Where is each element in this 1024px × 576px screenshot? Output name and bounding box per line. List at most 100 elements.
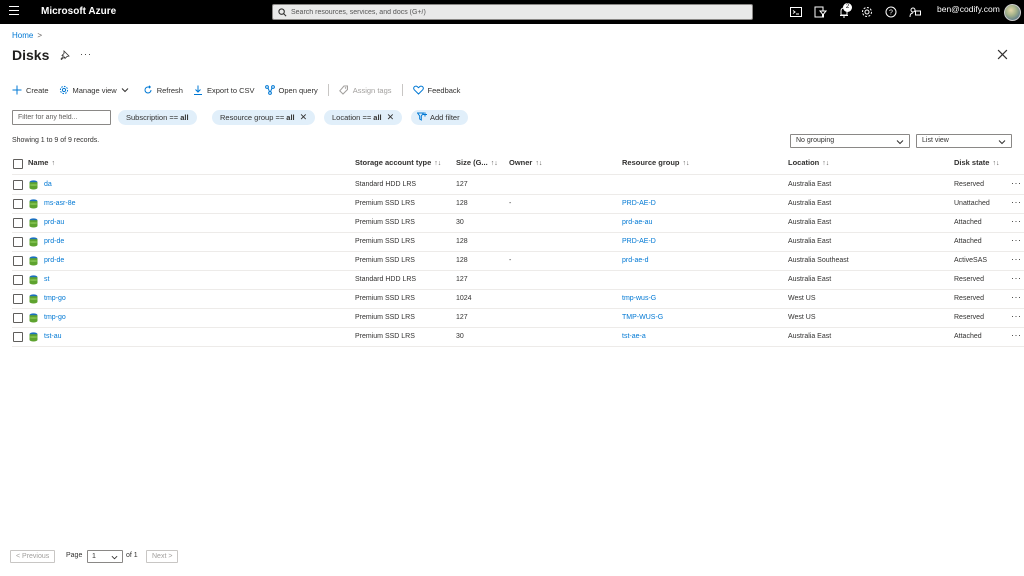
- row-checkbox[interactable]: [13, 332, 23, 342]
- location-filter-value: all: [373, 113, 382, 122]
- page-more-button[interactable]: ···: [80, 49, 92, 59]
- refresh-button[interactable]: Refresh: [143, 85, 183, 95]
- table-row[interactable]: tmp-go Premium SSD LRS 127 TMP-WUS-G Wes…: [0, 309, 1024, 328]
- row-checkbox[interactable]: [13, 294, 23, 304]
- table-row[interactable]: tst-au Premium SSD LRS 30 tst-ae-a Austr…: [0, 328, 1024, 347]
- column-header-location[interactable]: Location ↑↓: [788, 158, 829, 172]
- resource-group-link[interactable]: prd-ae-d: [622, 257, 648, 264]
- disk-name-link[interactable]: tst-au: [44, 333, 62, 340]
- disk-name-link[interactable]: prd-au: [44, 219, 64, 226]
- table-row[interactable]: prd-au Premium SSD LRS 30 prd-ae-au Aust…: [0, 214, 1024, 233]
- directory-filter-icon[interactable]: [813, 5, 827, 19]
- row-more-button[interactable]: ···: [1011, 311, 1022, 321]
- resource-group-link[interactable]: tst-ae-a: [622, 333, 646, 340]
- table-row[interactable]: st Standard HDD LRS 127 Australia East R…: [0, 271, 1024, 290]
- row-more-button[interactable]: ···: [1011, 197, 1022, 207]
- view-dropdown[interactable]: List view: [916, 134, 1012, 148]
- disk-name-link[interactable]: prd-de: [44, 257, 64, 264]
- avatar[interactable]: [1004, 4, 1021, 21]
- feedback-button[interactable]: Feedback: [412, 85, 460, 95]
- user-account[interactable]: ben@codify.com: [937, 4, 1000, 14]
- add-filter-button[interactable]: Add filter: [411, 110, 468, 125]
- remove-filter-icon[interactable]: ✕: [387, 112, 395, 122]
- row-checkbox[interactable]: [13, 313, 23, 323]
- disk-name-link[interactable]: ms-asr-8e: [44, 200, 76, 207]
- export-csv-button[interactable]: Export to CSV: [193, 85, 255, 95]
- filter-input[interactable]: [12, 110, 111, 125]
- open-query-button[interactable]: Open query: [264, 85, 318, 95]
- subscription-filter-pill[interactable]: Subscription == all: [118, 110, 197, 125]
- grouping-value: No grouping: [796, 137, 835, 144]
- feedback-icon[interactable]: [908, 5, 922, 19]
- resource-group-link[interactable]: PRD-AE-D: [622, 238, 656, 245]
- storage-type-cell: Premium SSD LRS: [355, 219, 415, 226]
- location-filter-pill[interactable]: Location == all ✕: [324, 110, 403, 125]
- manage-view-button[interactable]: Manage view: [59, 85, 133, 95]
- column-header-name[interactable]: Name ↑: [28, 158, 55, 172]
- column-header-storage[interactable]: Storage account type ↑↓: [355, 158, 441, 172]
- resource-group-link[interactable]: TMP-WUS-G: [622, 314, 663, 321]
- search-icon: [278, 8, 287, 17]
- hamburger-icon[interactable]: [9, 6, 19, 18]
- row-more-button[interactable]: ···: [1011, 273, 1022, 283]
- create-button[interactable]: Create: [12, 85, 49, 95]
- storage-type-cell: Premium SSD LRS: [355, 200, 415, 207]
- brand-title[interactable]: Microsoft Azure: [41, 6, 116, 17]
- row-checkbox[interactable]: [13, 275, 23, 285]
- close-icon[interactable]: [997, 49, 1008, 60]
- remove-filter-icon[interactable]: ✕: [300, 112, 308, 122]
- assign-tags-button[interactable]: Assign tags: [338, 85, 392, 95]
- disk-name-link[interactable]: st: [44, 276, 49, 283]
- row-checkbox[interactable]: [13, 180, 23, 190]
- row-more-button[interactable]: ···: [1011, 178, 1022, 188]
- row-more-button[interactable]: ···: [1011, 235, 1022, 245]
- row-more-button[interactable]: ···: [1011, 330, 1022, 340]
- global-search[interactable]: [272, 4, 753, 20]
- sort-icon: ↑↓: [682, 160, 690, 167]
- resource-group-link[interactable]: tmp-wus-G: [622, 295, 656, 302]
- table-row[interactable]: ms-asr-8e Premium SSD LRS 128 - PRD-AE-D…: [0, 195, 1024, 214]
- row-more-button[interactable]: ···: [1011, 216, 1022, 226]
- row-checkbox[interactable]: [13, 199, 23, 209]
- search-input[interactable]: [291, 6, 731, 18]
- table-row[interactable]: tmp-go Premium SSD LRS 1024 tmp-wus-G We…: [0, 290, 1024, 309]
- row-checkbox[interactable]: [13, 256, 23, 266]
- pin-icon[interactable]: [60, 50, 70, 60]
- size-cell: 128: [456, 238, 468, 245]
- disk-name-link[interactable]: prd-de: [44, 238, 64, 245]
- select-all-checkbox[interactable]: [13, 159, 23, 169]
- column-header-disk-state[interactable]: Disk state ↑↓: [954, 158, 999, 172]
- previous-page-button[interactable]: < Previous: [10, 550, 56, 563]
- help-icon[interactable]: ?: [884, 5, 898, 19]
- next-page-button[interactable]: Next >: [146, 550, 179, 563]
- disk-icon: [29, 199, 38, 209]
- page-select[interactable]: 1: [87, 550, 123, 563]
- column-header-size[interactable]: Size (G... ↑↓: [456, 158, 498, 172]
- grouping-dropdown[interactable]: No grouping: [790, 134, 910, 148]
- disk-state-cell: Reserved: [954, 314, 984, 321]
- row-checkbox[interactable]: [13, 237, 23, 247]
- column-header-owner[interactable]: Owner ↑↓: [509, 158, 542, 172]
- gear-icon[interactable]: [860, 5, 874, 19]
- cloud-shell-icon[interactable]: [789, 5, 803, 19]
- disk-icon: [29, 180, 38, 190]
- row-checkbox[interactable]: [13, 218, 23, 228]
- subscription-filter-label: Subscription ==: [126, 113, 181, 122]
- row-more-button[interactable]: ···: [1011, 292, 1022, 302]
- table-row[interactable]: prd-de Premium SSD LRS 128 - prd-ae-d Au…: [0, 252, 1024, 271]
- disk-name-link[interactable]: da: [44, 181, 52, 188]
- row-more-button[interactable]: ···: [1011, 254, 1022, 264]
- resource-group-link[interactable]: prd-ae-au: [622, 219, 652, 226]
- resource-group-link[interactable]: PRD-AE-D: [622, 200, 656, 207]
- table-row[interactable]: prd-de Premium SSD LRS 128 PRD-AE-D Aust…: [0, 233, 1024, 252]
- query-icon: [264, 85, 275, 95]
- disk-name-link[interactable]: tmp-go: [44, 314, 66, 321]
- column-header-resource-group[interactable]: Resource group ↑↓: [622, 158, 690, 172]
- breadcrumb-home[interactable]: Home: [12, 31, 33, 40]
- table-row[interactable]: da Standard HDD LRS 127 Australia East R…: [0, 176, 1024, 195]
- notification-count-badge: 2: [843, 3, 852, 12]
- resource-group-filter-pill[interactable]: Resource group == all ✕: [212, 110, 316, 125]
- disk-name-link[interactable]: tmp-go: [44, 295, 66, 302]
- manage-view-label: Manage view: [72, 85, 117, 95]
- subscription-filter-value: all: [180, 113, 189, 122]
